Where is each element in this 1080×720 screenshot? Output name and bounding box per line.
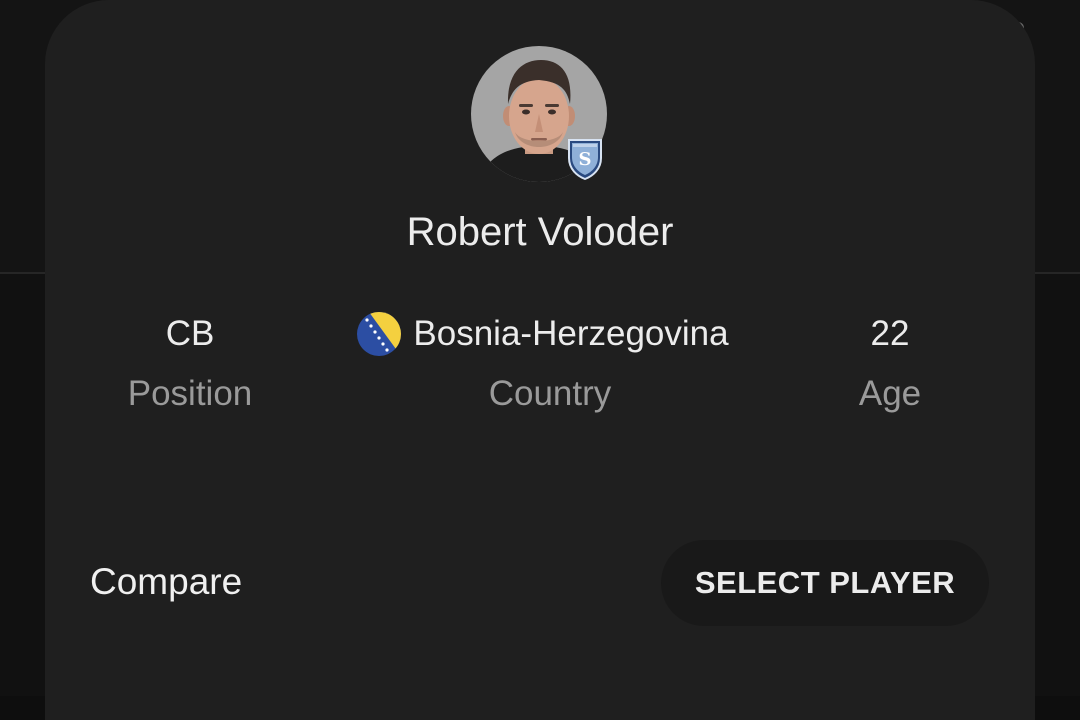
player-avatar-container[interactable]: S — [471, 46, 607, 182]
country-value-row: Bosnia-Herzegovina — [310, 312, 790, 356]
position-stat: CB Position — [70, 312, 310, 416]
bosnia-herzegovina-flag-icon — [357, 312, 402, 356]
position-label: Position — [127, 374, 253, 413]
age-label: Age — [858, 374, 922, 413]
svg-text:S: S — [579, 149, 592, 170]
country-value: Bosnia-Herzegovina — [413, 314, 729, 353]
compare-label: Compare — [90, 561, 243, 602]
age-stat: 22 Age — [790, 312, 990, 416]
position-value: CB — [165, 314, 215, 353]
player-bottom-sheet: S Robert Voloder CB Position Bosnia-Herz… — [45, 0, 1035, 720]
select-player-button[interactable]: SELECT PLAYER — [661, 540, 989, 626]
player-name: Robert Voloder — [406, 210, 674, 254]
country-label: Country — [488, 374, 612, 413]
club-crest-badge-icon: S — [568, 139, 602, 180]
country-stat: Bosnia-Herzegovina Country — [310, 312, 790, 416]
age-value: 22 — [870, 314, 910, 353]
